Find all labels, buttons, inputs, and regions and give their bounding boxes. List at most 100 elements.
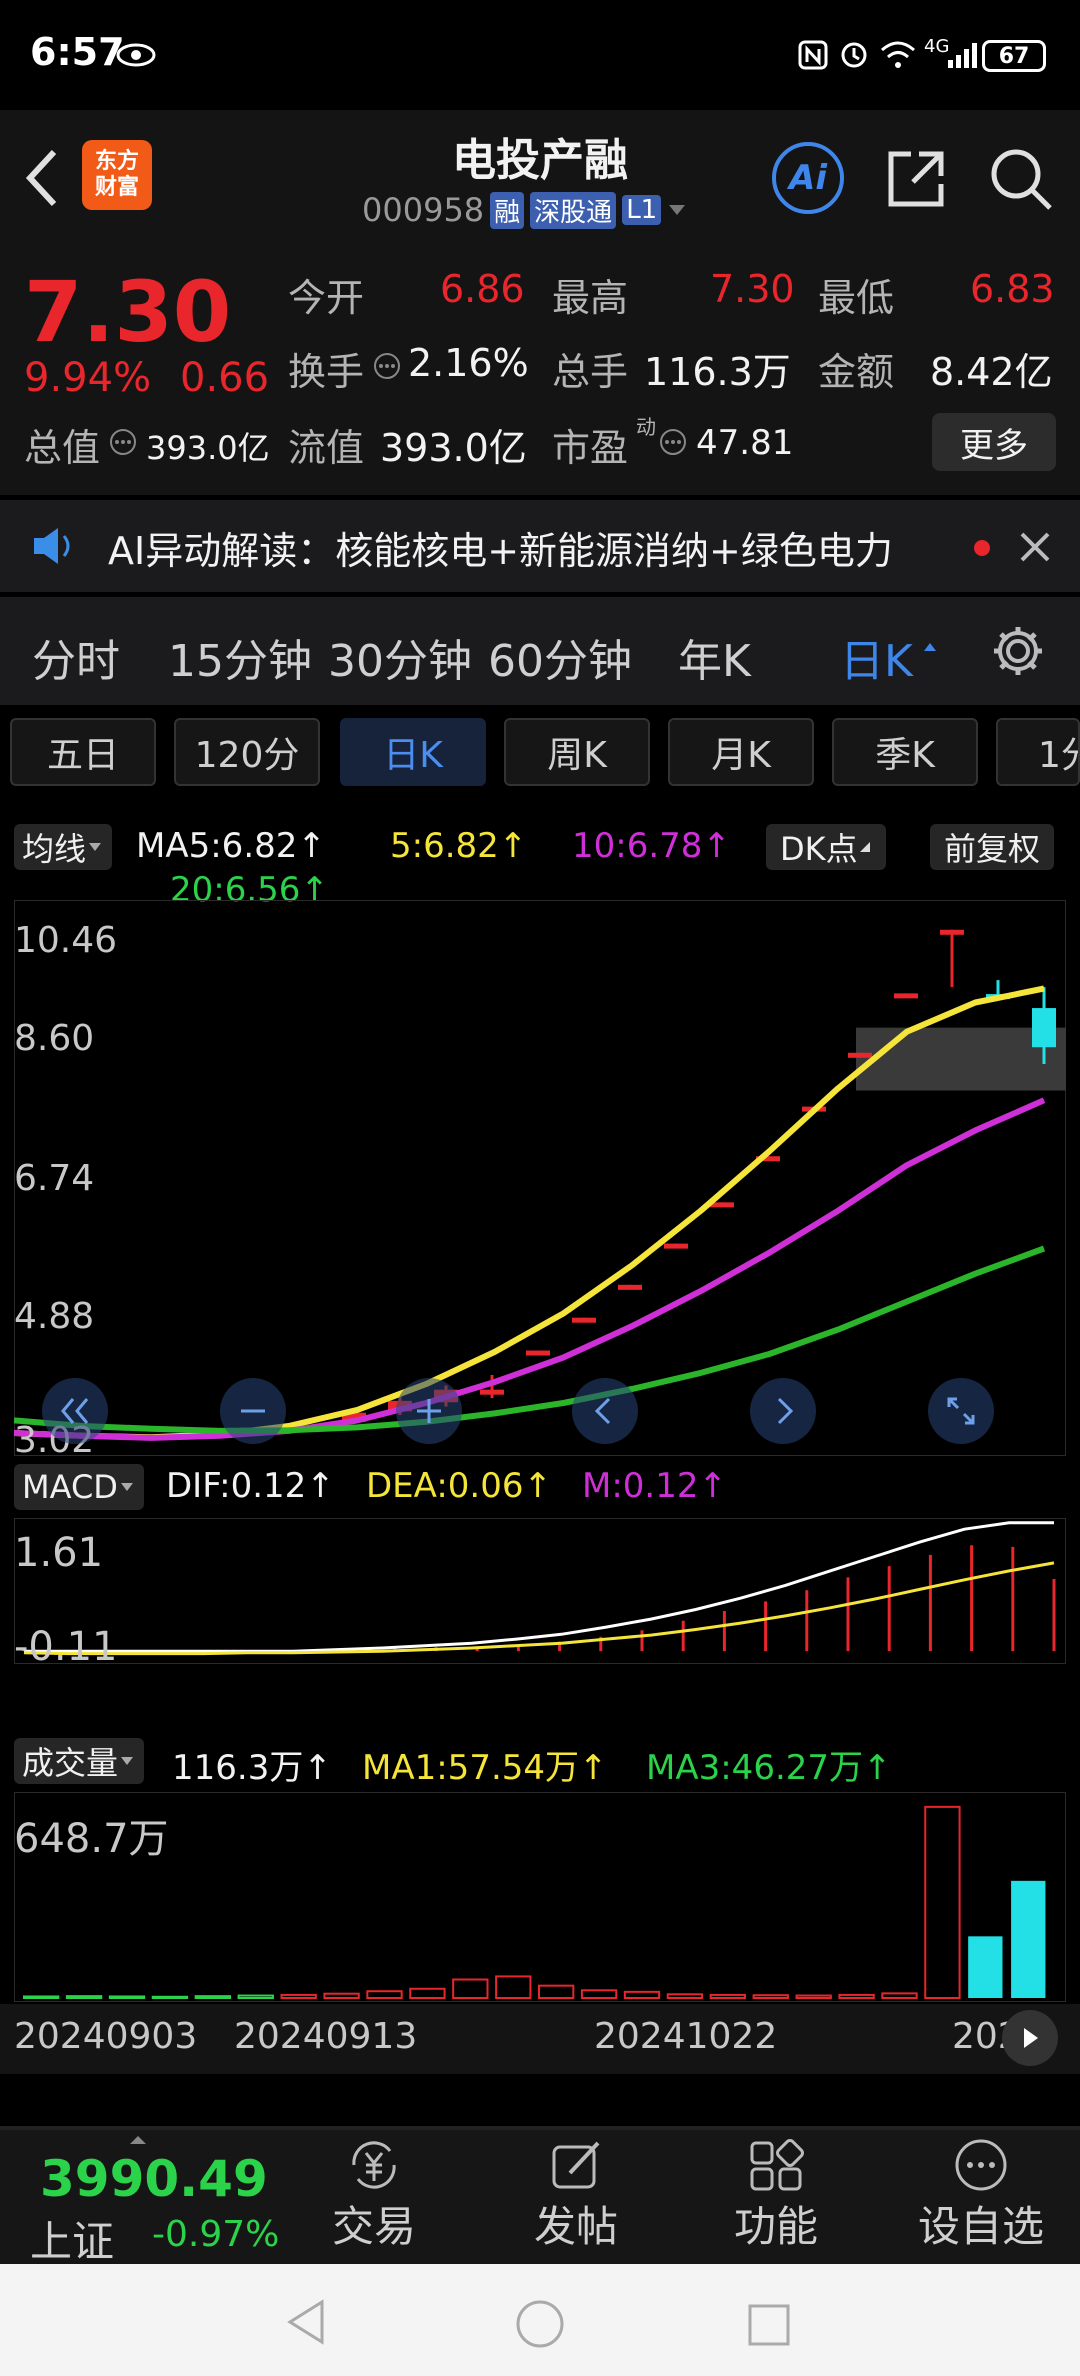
stock-code-row[interactable]: 000958 融 深股通 L1 — [362, 190, 687, 230]
double-chevron-left-icon — [61, 1398, 89, 1424]
dk-point-button[interactable]: DK点 — [766, 824, 886, 870]
tab-intraday[interactable]: 分时 — [32, 625, 120, 689]
caret-up-icon — [130, 2136, 146, 2144]
float-value-label: 流值 — [288, 426, 365, 470]
volume-bar — [538, 1984, 575, 2000]
index-ticker[interactable]: 3990.49 上证 -0.97% — [0, 2126, 300, 2266]
open-value: 6.86 — [440, 267, 525, 311]
ai-assistant-button[interactable]: Ai — [772, 142, 844, 214]
index-name: 上证 — [30, 2217, 115, 2266]
macd-chart[interactable] — [14, 1518, 1066, 1664]
more-button[interactable]: 更多 — [932, 413, 1056, 471]
candle-body — [480, 1389, 504, 1395]
volume-bar — [65, 1995, 103, 1999]
zoom-out-button[interactable] — [220, 1378, 286, 1444]
nav-functions[interactable]: 功能 — [706, 2126, 846, 2264]
fullscreen-button[interactable] — [928, 1378, 994, 1444]
price-tick-2: 8.60 — [14, 1018, 95, 1059]
nav-post[interactable]: 发帖 — [506, 2126, 646, 2264]
speaker-icon — [34, 528, 70, 564]
share-icon[interactable] — [885, 148, 947, 210]
level-badge: L1 — [622, 195, 662, 225]
scroll-latest-button[interactable] — [1002, 2010, 1058, 2066]
scroll-right-button[interactable] — [750, 1378, 816, 1444]
grid-icon — [750, 2138, 804, 2190]
ma10-value: 10:6.78↑ — [572, 826, 731, 866]
volume-bar — [666, 1993, 704, 1999]
ma-select-label: 均线 — [22, 830, 87, 868]
tab-daily-k[interactable]: 日K — [340, 718, 486, 786]
nav-add-watchlist[interactable]: 设自选 — [906, 2126, 1056, 2264]
tab-yearly[interactable]: 年K — [678, 625, 751, 689]
close-icon[interactable] — [1018, 530, 1052, 564]
search-icon[interactable] — [988, 146, 1054, 212]
chart-area: 均线 MA5:6.82↑ 5:6.82↑ 10:6.78↑ 20:6.56↑ D… — [0, 806, 1080, 2096]
tab-30min[interactable]: 30分钟 — [328, 625, 472, 689]
volume-bar — [194, 1995, 232, 1999]
amount-value: 8.42亿 — [930, 350, 1053, 394]
open-label: 今开 — [288, 276, 365, 320]
recents-square-icon[interactable] — [746, 2302, 792, 2348]
ai-banner[interactable]: AI异动解读：核能核电+新能源消纳+绿色电力 — [0, 500, 1080, 592]
wifi-icon — [881, 41, 915, 68]
stock-code: 000958 — [362, 191, 485, 229]
tab-1min[interactable]: 1分 — [996, 718, 1080, 786]
chevron-down-icon — [89, 843, 102, 851]
scroll-left-fast-button[interactable] — [42, 1378, 108, 1444]
macd-line-dea — [23, 1561, 1055, 1656]
connect-badge: 深股通 — [530, 191, 617, 229]
tab-monthly-k[interactable]: 月K — [668, 718, 814, 786]
macd-select[interactable]: MACD — [14, 1464, 144, 1510]
candlestick-chart[interactable] — [14, 900, 1066, 1456]
nav-trade[interactable]: 交易 — [304, 2126, 444, 2264]
price-tick-4: 4.88 — [14, 1296, 95, 1337]
ai-banner-text: AI异动解读：核能核电+新能源消纳+绿色电力 — [108, 529, 893, 573]
candle-body — [664, 1243, 688, 1249]
date-tick: 20241022 — [594, 2016, 778, 2057]
candle-body — [572, 1317, 596, 1323]
volume-bar — [366, 1990, 403, 2000]
low-value: 6.83 — [970, 267, 1055, 311]
tab-weekly-k[interactable]: 周K — [504, 718, 650, 786]
tab-60min[interactable]: 60分钟 — [488, 625, 632, 689]
ma-select[interactable]: 均线 — [14, 824, 113, 870]
m-value: M:0.12↑ — [582, 1466, 727, 1506]
tab-120min[interactable]: 120分 — [174, 718, 320, 786]
volume-bar — [924, 1805, 961, 2000]
pe-label: 市盈 — [552, 426, 629, 470]
volume-bar — [1011, 1880, 1046, 1998]
volume-select-label: 成交量 — [22, 1744, 119, 1782]
tab-daily[interactable]: 日K — [840, 625, 913, 689]
nav-trade-label: 交易 — [331, 2201, 416, 2251]
tab-quarterly-k[interactable]: 季K — [832, 718, 978, 786]
volume-select[interactable]: 成交量 — [14, 1738, 145, 1784]
candle-body — [940, 929, 964, 935]
adjust-button[interactable]: 前复权 — [930, 824, 1055, 870]
volume-bar — [323, 1992, 360, 1999]
change-percent: 9.94% — [24, 355, 152, 401]
home-circle-icon[interactable] — [514, 2298, 566, 2350]
date-tick: 20240903 — [14, 2016, 198, 2057]
gear-icon[interactable] — [990, 623, 1046, 679]
ma-line-ma10 — [14, 1097, 1046, 1441]
volume-value: 116.3万↑ — [172, 1748, 332, 1788]
back-triangle-icon[interactable] — [284, 2298, 328, 2346]
info-dots-icon[interactable] — [658, 427, 688, 457]
info-dots-icon[interactable] — [108, 427, 138, 457]
yuan-cycle-icon — [352, 2140, 396, 2189]
zoom-in-button[interactable] — [396, 1378, 462, 1444]
info-dots-icon[interactable] — [372, 351, 402, 381]
nfc-icon — [798, 40, 828, 70]
scroll-left-button[interactable] — [572, 1378, 638, 1444]
tab-15min[interactable]: 15分钟 — [168, 625, 312, 689]
tab-five-day[interactable]: 五日 — [10, 718, 156, 786]
volume-ma1: MA1:57.54万↑ — [362, 1748, 608, 1788]
change-amount: 0.66 — [180, 355, 270, 401]
volume-chart[interactable] — [14, 1792, 1066, 2002]
amount-label: 金额 — [818, 350, 895, 394]
eye-icon — [116, 43, 156, 67]
dea-value: DEA:0.06↑ — [366, 1466, 552, 1506]
chevron-down-icon — [669, 205, 686, 215]
caret-up-icon — [924, 643, 936, 651]
volume-bar — [838, 1993, 875, 2000]
